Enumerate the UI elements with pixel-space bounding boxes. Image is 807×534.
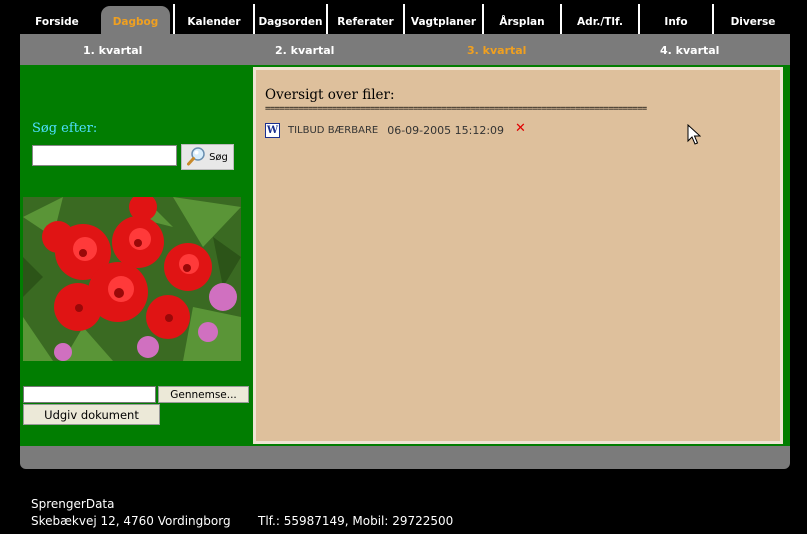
tab-forside[interactable]: Forside: [24, 4, 90, 34]
footer-company: SprengerData: [31, 497, 115, 511]
tab-diverse[interactable]: Diverse: [712, 4, 792, 34]
quarter-1-link[interactable]: 1. kvartal: [83, 44, 142, 57]
magnifier-icon: [187, 146, 207, 169]
search-label: Søg efter:: [32, 121, 98, 136]
flower-photo: [23, 197, 241, 361]
tab-adr-tlf[interactable]: Adr./Tlf.: [560, 4, 638, 34]
footer-address: Skebækvej 12, 4760 Vordingborg: [31, 514, 231, 528]
delete-icon[interactable]: ✕: [515, 121, 526, 136]
files-divider: ========================================…: [265, 104, 647, 114]
footer-contact: Tlf.: 55987149, Mobil: 29722500: [258, 514, 454, 528]
quarter-bar: 1. kvartal 2. kvartal 3. kvartal 4. kvar…: [20, 34, 790, 65]
tab-info[interactable]: Info: [638, 4, 712, 34]
tab-dagbog[interactable]: Dagbog: [101, 6, 170, 34]
search-button[interactable]: Søg: [181, 144, 234, 170]
main-nav: Forside Dagbog Kalender Dagsorden Refera…: [0, 0, 807, 34]
tab-arsplan[interactable]: Årsplan: [482, 4, 560, 34]
word-document-icon[interactable]: W: [265, 123, 280, 138]
file-date: 06-09-2005 15:12:09: [387, 124, 505, 137]
tab-vagtplaner[interactable]: Vagtplaner: [403, 4, 482, 34]
files-title: Oversigt over filer:: [265, 87, 395, 103]
bottom-bar: [20, 446, 790, 469]
search-button-label: Søg: [209, 151, 228, 163]
tab-referater[interactable]: Referater: [326, 4, 403, 34]
quarter-2-link[interactable]: 2. kvartal: [275, 44, 334, 57]
quarter-3-link[interactable]: 3. kvartal: [467, 44, 526, 57]
search-input[interactable]: [32, 145, 177, 166]
quarter-4-link[interactable]: 4. kvartal: [660, 44, 719, 57]
tab-kalender[interactable]: Kalender: [173, 4, 253, 34]
file-path-input[interactable]: [23, 386, 156, 403]
browse-button[interactable]: Gennemse...: [158, 386, 249, 403]
file-row: W TILBUD BÆRBARE 06-09-2005 15:12:09 ✕: [265, 121, 526, 138]
tab-dagsorden[interactable]: Dagsorden: [253, 4, 326, 34]
publish-document-button[interactable]: Udgiv dokument: [23, 404, 160, 425]
mouse-pointer-icon: [687, 123, 702, 150]
file-name-link[interactable]: TILBUD BÆRBARE: [288, 125, 378, 136]
files-panel: Oversigt over filer: ===================…: [253, 67, 783, 444]
